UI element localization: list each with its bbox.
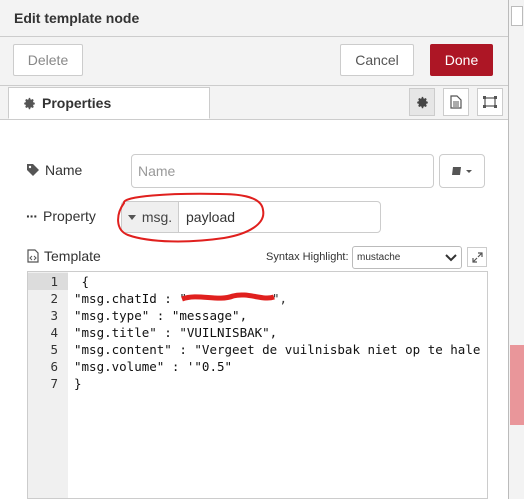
ellipsis-icon: ··· bbox=[26, 208, 38, 224]
name-label: Name bbox=[45, 162, 83, 178]
description-icon bbox=[450, 95, 462, 109]
template-code-editor[interactable]: 1 { 2 "msg.chatId : " 3 "msg.type" : "me… bbox=[27, 271, 488, 499]
line-code-tail: ", bbox=[272, 291, 288, 306]
code-line[interactable]: 6 "msg.volume" : '"0.5" bbox=[28, 358, 487, 375]
expand-editor-button[interactable] bbox=[467, 247, 487, 267]
tab-settings[interactable] bbox=[409, 88, 435, 116]
tab-properties-label: Properties bbox=[42, 95, 112, 111]
code-line[interactable]: 5 "msg.content" : "Vergeet de vuilnisbak… bbox=[28, 341, 487, 358]
syntax-highlight-select[interactable]: mustache bbox=[352, 246, 462, 269]
book-icon bbox=[452, 167, 472, 175]
code-line[interactable]: 4 "msg.title" : "VUILNISBAK", bbox=[28, 324, 487, 341]
expand-icon bbox=[471, 251, 483, 263]
syntax-highlight-value: mustache bbox=[357, 252, 401, 263]
name-row-label: Name bbox=[26, 160, 82, 180]
icon-picker-button[interactable] bbox=[439, 154, 485, 188]
workspace-tab[interactable] bbox=[511, 6, 523, 26]
panel-title: Edit template node bbox=[0, 0, 508, 37]
tab-properties[interactable]: Properties bbox=[8, 87, 210, 119]
property-prefix: msg. bbox=[141, 209, 173, 225]
appearance-icon bbox=[483, 96, 497, 108]
line-code: } bbox=[74, 376, 82, 391]
name-input[interactable]: Name bbox=[131, 154, 434, 188]
line-code: { bbox=[74, 274, 90, 289]
done-button[interactable]: Done bbox=[430, 44, 493, 76]
template-label: Template bbox=[44, 248, 101, 264]
edit-node-panel: Edit template node Delete Cancel Done Pr… bbox=[0, 0, 509, 499]
panel-toolbar: Delete Cancel Done bbox=[0, 37, 508, 86]
tab-appearance[interactable] bbox=[477, 88, 503, 116]
workspace-right-edge bbox=[507, 0, 524, 499]
line-number: 6 bbox=[50, 359, 58, 374]
panel-tabs: Properties bbox=[0, 86, 508, 120]
syntax-highlight-label: Syntax Highlight: bbox=[266, 251, 349, 263]
code-line[interactable]: 1 { bbox=[28, 273, 487, 290]
gear-icon bbox=[24, 97, 35, 109]
delete-button[interactable]: Delete bbox=[13, 44, 83, 76]
property-row-label: ··· Property bbox=[26, 206, 96, 226]
line-code: "msg.volume" : '"0.5" bbox=[74, 359, 233, 374]
template-row-label: Template bbox=[26, 246, 101, 266]
tab-description[interactable] bbox=[443, 88, 469, 116]
line-number: 2 bbox=[50, 291, 58, 306]
file-code-icon bbox=[27, 249, 39, 263]
line-number: 3 bbox=[50, 308, 58, 323]
gear-icon bbox=[416, 96, 428, 108]
line-number: 1 bbox=[28, 273, 68, 290]
code-line[interactable]: 7 } bbox=[28, 375, 487, 392]
line-number: 5 bbox=[50, 342, 58, 357]
redaction-scribble bbox=[181, 292, 275, 302]
cancel-button[interactable]: Cancel bbox=[340, 44, 414, 76]
name-placeholder: Name bbox=[138, 163, 176, 179]
line-code: "msg.content" : "Vergeet de vuilnisbak n… bbox=[74, 342, 481, 357]
line-code: "msg.type" : "message", bbox=[74, 308, 248, 323]
line-number: 7 bbox=[50, 376, 58, 391]
line-number: 4 bbox=[50, 325, 58, 340]
property-typed-input[interactable]: msg. payload bbox=[121, 201, 381, 233]
property-value: payload bbox=[186, 209, 236, 225]
caret-down-icon bbox=[127, 214, 136, 220]
workspace-red-marker bbox=[510, 345, 524, 425]
property-label: Property bbox=[43, 208, 96, 224]
line-code: "msg.title" : "VUILNISBAK", bbox=[74, 325, 278, 340]
chevron-down-icon bbox=[445, 253, 457, 261]
line-code: "msg.chatId : " bbox=[74, 291, 187, 306]
property-type-selector[interactable]: msg. bbox=[122, 202, 179, 232]
code-line[interactable]: 3 "msg.type" : "message", bbox=[28, 307, 487, 324]
tag-icon bbox=[27, 164, 39, 176]
